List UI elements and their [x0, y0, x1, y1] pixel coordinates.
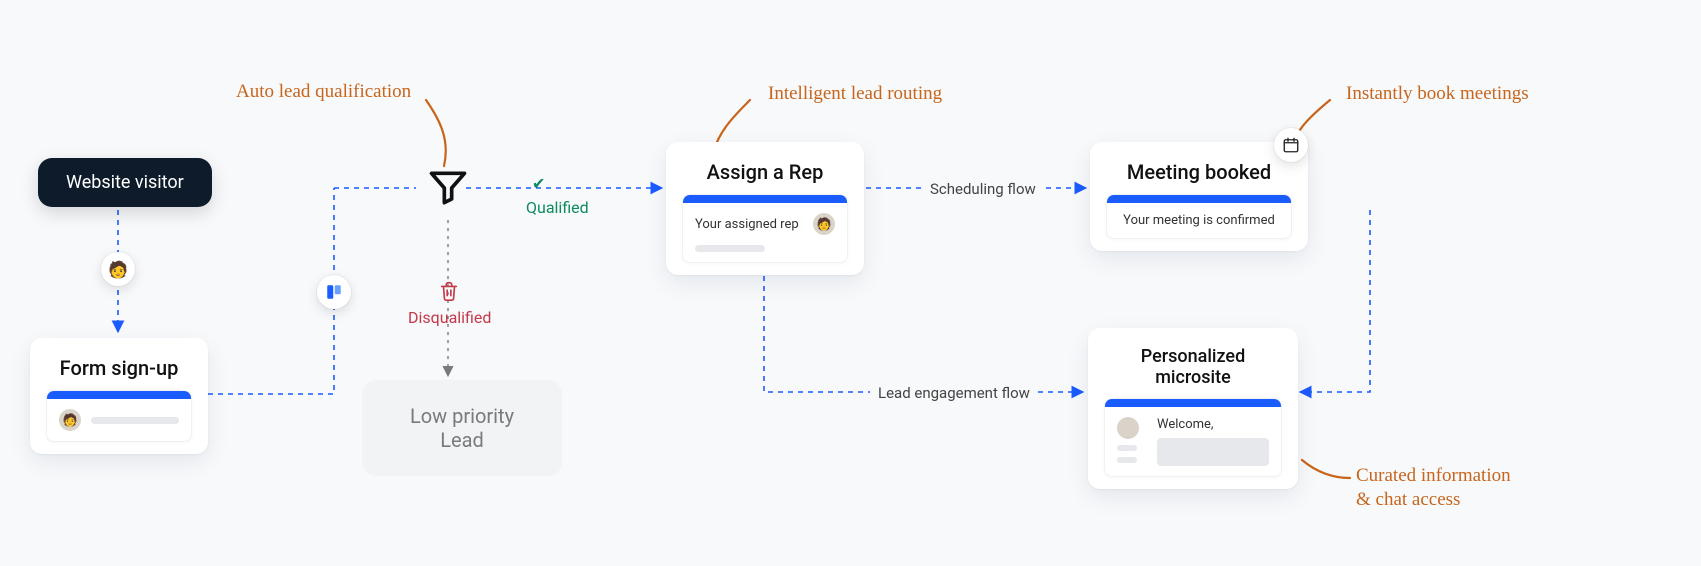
placeholder-line	[1117, 457, 1137, 463]
avatar-visitor: 🧑	[101, 252, 135, 286]
check-icon: ✔	[532, 174, 545, 193]
avatar-icon	[1117, 417, 1139, 439]
funnel-icon	[426, 166, 470, 210]
avatar-icon: 🧑	[108, 260, 128, 279]
card-title: Assign a Rep	[682, 160, 848, 184]
placeholder-line	[695, 245, 765, 252]
node-website-visitor: Website visitor	[38, 158, 212, 207]
node-low-priority: Low priority Lead	[362, 380, 562, 476]
disqualified-label: Disqualified	[408, 308, 491, 327]
card-title: Personalized microsite	[1104, 346, 1282, 388]
annotation-routing: Intelligent lead routing	[768, 82, 942, 106]
annotation-qualification: Auto lead qualification	[236, 80, 411, 104]
card-title: Form sign-up	[46, 356, 192, 380]
placeholder-line	[1117, 445, 1137, 451]
engagement-flow-label: Lead engagement flow	[870, 382, 1038, 404]
node-label: Website visitor	[66, 172, 184, 193]
annotation-booking: Instantly book meetings	[1346, 82, 1529, 106]
panel-text: Your assigned rep	[695, 217, 799, 232]
placeholder-line	[91, 417, 179, 424]
node-meeting-booked: Meeting booked Your meeting is confirmed	[1090, 142, 1308, 251]
placeholder-block	[1157, 438, 1269, 466]
form-preview: 🧑	[46, 390, 192, 442]
calendar-chip	[1274, 128, 1308, 162]
avatar-icon: 🧑	[813, 213, 835, 235]
flow-diagram: Website visitor 🧑 Form sign-up 🧑 ✔ Quali…	[0, 0, 1701, 566]
trash-icon	[438, 280, 460, 306]
annotation-microsite: Curated information & chat access	[1356, 464, 1511, 512]
microsite-preview: Welcome,	[1104, 398, 1282, 477]
card-title: Meeting booked	[1106, 160, 1292, 184]
qualified-label: Qualified	[526, 198, 589, 217]
panel-text: Your meeting is confirmed	[1123, 213, 1275, 228]
meeting-preview: Your meeting is confirmed	[1106, 194, 1292, 239]
assign-preview: Your assigned rep 🧑	[682, 194, 848, 263]
node-assign-rep: Assign a Rep Your assigned rep 🧑	[666, 142, 864, 275]
calendar-icon	[1282, 136, 1300, 154]
form-chip-icon	[317, 275, 351, 309]
funnel-node	[426, 166, 470, 210]
avatar-icon: 🧑	[59, 409, 81, 431]
card-title: Low priority Lead	[410, 404, 514, 452]
node-personalized-microsite: Personalized microsite Welcome,	[1088, 328, 1298, 489]
node-form-signup: Form sign-up 🧑	[30, 338, 208, 454]
welcome-text: Welcome,	[1157, 417, 1269, 432]
form-icon	[325, 283, 343, 301]
scheduling-flow-label: Scheduling flow	[922, 178, 1044, 200]
